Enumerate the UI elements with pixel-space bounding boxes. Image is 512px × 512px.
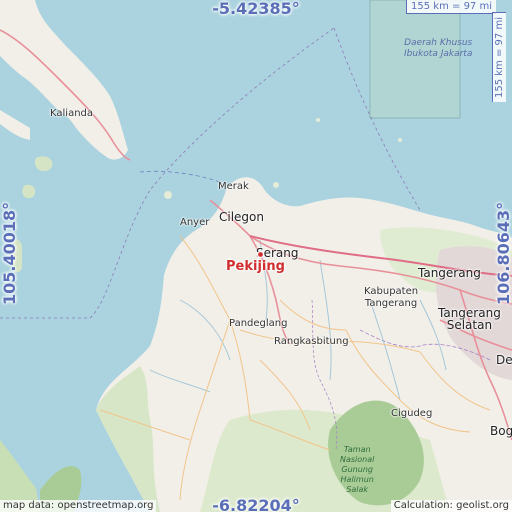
city-tangerang-selatan: Tangerang Selatan	[438, 306, 501, 332]
scale-vertical: 155 km = 97 mi	[492, 12, 507, 102]
coord-left-longitude: 105.40018°	[0, 201, 19, 305]
sumatra-south-coast	[0, 110, 30, 140]
scale-horizontal: 155 km = 97 mi	[406, 0, 496, 14]
ferry-line	[139, 170, 221, 183]
island-sebesi	[34, 156, 53, 172]
city-cilegon: Cilegon	[219, 210, 264, 224]
map-view[interactable]: Kalianda Merak Anyer Cilegon Serang Tang…	[0, 0, 512, 512]
city-tangerang: Tangerang	[418, 266, 481, 280]
coord-right-longitude: 106.80643°	[494, 201, 512, 305]
attribution-osm[interactable]: map data: openstreetmap.org	[0, 500, 157, 512]
city-rangkasbitung: Rangkasbitung	[274, 336, 349, 347]
city-pandeglang: Pandeglang	[229, 318, 288, 329]
island-sebuku	[22, 184, 36, 199]
city-merak: Merak	[218, 181, 249, 192]
park-label: Taman Nasional Gunung Halimun Salak	[340, 445, 375, 494]
location-marker-icon[interactable]	[256, 250, 265, 259]
region-kabupaten-tangerang: Kabupaten Tangerang	[364, 286, 419, 309]
place-label: Pekijing	[226, 259, 285, 274]
region-dki-jakarta: Daerah Khusus Ibukota Jakarta	[404, 38, 473, 59]
city-cigudeg: Cigudeg	[391, 408, 433, 419]
city-anyer: Anyer	[180, 217, 210, 228]
city-depok: De	[496, 353, 512, 367]
attribution-geolist[interactable]: Calculation: geolist.org	[390, 500, 512, 512]
city-bogor: Bog	[490, 424, 512, 438]
city-kalianda: Kalianda	[50, 108, 94, 119]
